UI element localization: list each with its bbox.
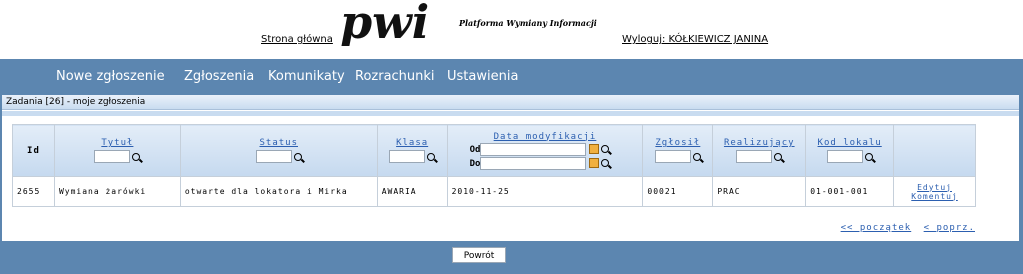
tasks-panel: Zadania [26] - moje zgłoszenia Id Tytuł: [2, 95, 1019, 241]
cell-tytul: Wymiana żarówki: [53, 176, 181, 207]
logout-link[interactable]: Wyloguj: KÓŁKIEWICZ JANINA: [622, 34, 768, 45]
sort-realizujacy-link[interactable]: Realizujący: [713, 138, 805, 148]
nav-item-nowe-zgloszenie[interactable]: Nowe zgłoszenie: [56, 69, 165, 84]
sort-data-link[interactable]: Data modyfikacji: [448, 132, 643, 142]
col-header-actions: [893, 124, 976, 177]
filter-tytul-input[interactable]: [94, 150, 131, 163]
pwi-logo-letters: pwi: [340, 2, 429, 46]
search-icon[interactable]: [601, 159, 610, 167]
filter-kod-lokalu-input[interactable]: [826, 150, 863, 163]
pager: << początek < poprz.: [835, 223, 975, 233]
main-nav: Nowe zgłoszenie Zgłoszenia Komunikaty Ro…: [0, 59, 1023, 95]
sort-klasa-link[interactable]: Klasa: [378, 138, 447, 148]
date-to-input[interactable]: [480, 156, 587, 170]
date-to-label: Do: [469, 158, 481, 169]
col-header-klasa: Klasa: [376, 124, 448, 177]
nav-item-zgloszenia[interactable]: Zgłoszenia: [184, 69, 254, 84]
nav-item-ustawienia[interactable]: Ustawienia: [447, 69, 518, 84]
filter-klasa-input[interactable]: [389, 150, 426, 163]
cell-id: 2655: [12, 176, 55, 207]
table-row: 2655 Wymiana żarówki otwarte dla lokator…: [12, 176, 976, 207]
filter-status-input[interactable]: [255, 150, 292, 163]
search-icon[interactable]: [774, 152, 783, 161]
panel-strip: [2, 111, 1019, 116]
pwi-logo-mark: pwi: [340, 0, 429, 49]
cell-realizujacy: PRAC: [712, 176, 807, 207]
footer: Powrót: [0, 241, 1023, 274]
cell-klasa: AWARIA: [376, 176, 448, 207]
search-icon[interactable]: [601, 145, 610, 153]
search-icon[interactable]: [864, 152, 873, 161]
col-header-id: Id: [12, 124, 55, 177]
col-header-tytul: Tytuł: [53, 124, 181, 177]
logo-tagline: Platforma Wymiany Informacji: [459, 18, 597, 28]
edit-link[interactable]: Edytuj: [898, 183, 971, 192]
col-header-zglosil: Zgłosił: [642, 124, 714, 177]
sort-kod-lokalu-link[interactable]: Kod lokalu: [806, 138, 893, 148]
content-area: Zadania [26] - moje zgłoszenia Id Tytuł: [0, 95, 1023, 241]
sort-tytul-link[interactable]: Tytuł: [55, 138, 180, 148]
filter-realizujacy-input[interactable]: [736, 150, 773, 163]
sort-zglosil-link[interactable]: Zgłosił: [643, 138, 712, 148]
nav-item-rozrachunki[interactable]: Rozrachunki: [355, 69, 435, 84]
pager-prev-link[interactable]: < poprz.: [924, 223, 975, 233]
header: Strona główna pwi Platforma Wymiany Info…: [0, 0, 1023, 59]
cell-data: 2010-11-25: [446, 176, 644, 207]
col-header-realizujacy: Realizujący: [712, 124, 807, 177]
cell-kod-lokalu: 01-001-001: [805, 176, 895, 207]
calendar-icon[interactable]: [589, 144, 600, 154]
calendar-icon[interactable]: [589, 158, 600, 168]
back-button[interactable]: Powrót: [452, 247, 506, 263]
cell-zglosil: 00021: [642, 176, 714, 207]
table-header-row: Id Tytuł Status Klasa Data modyfikacji O…: [12, 124, 976, 177]
col-id-label: Id: [27, 145, 40, 156]
search-icon[interactable]: [427, 152, 436, 161]
comment-link[interactable]: Komentuj: [898, 192, 971, 201]
search-icon[interactable]: [293, 152, 302, 161]
date-from-input[interactable]: [480, 142, 587, 156]
panel-title: Zadania [26] - moje zgłoszenia: [2, 95, 1019, 110]
col-header-status: Status: [179, 124, 378, 177]
col-header-kod-lokalu: Kod lokalu: [805, 124, 895, 177]
search-icon[interactable]: [132, 152, 141, 161]
cell-actions: Edytuj Komentuj: [893, 176, 976, 207]
search-icon[interactable]: [692, 152, 701, 161]
nav-item-komunikaty[interactable]: Komunikaty: [268, 69, 345, 84]
sort-status-link[interactable]: Status: [181, 138, 377, 148]
pwi-logo: pwi Platforma Wymiany Informacji: [340, 0, 615, 49]
pager-first-link[interactable]: << początek: [841, 223, 912, 233]
tasks-table: Id Tytuł Status Klasa Data modyfikacji O…: [12, 124, 976, 207]
home-link[interactable]: Strona główna: [261, 34, 333, 45]
filter-zglosil-input[interactable]: [654, 150, 691, 163]
col-header-data: Data modyfikacji Od Do: [446, 124, 644, 177]
cell-status: otwarte dla lokatora i Mirka: [179, 176, 378, 207]
date-from-label: Od: [469, 144, 481, 155]
